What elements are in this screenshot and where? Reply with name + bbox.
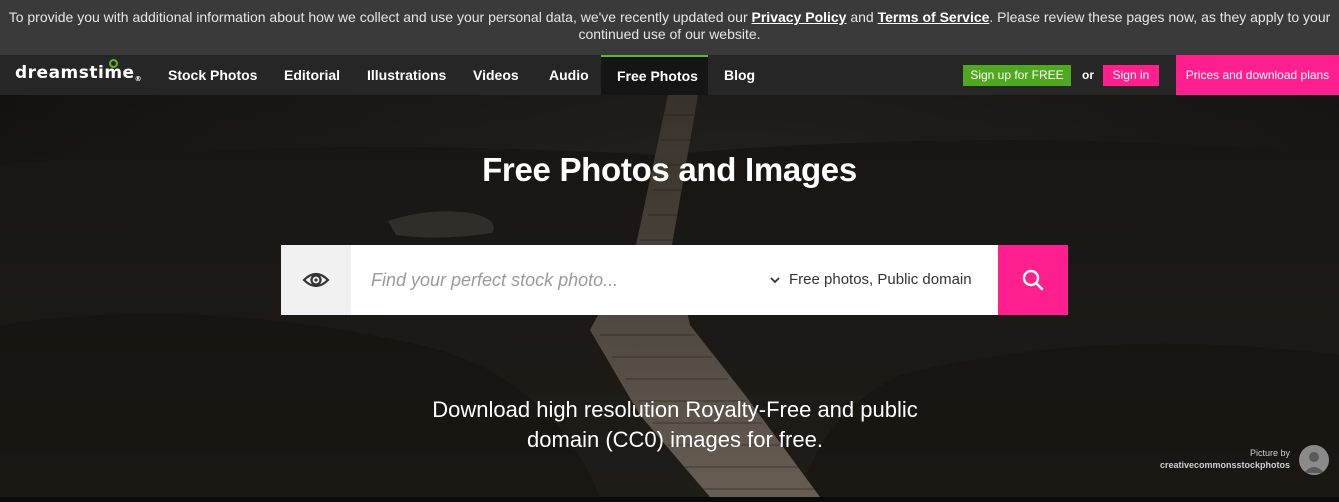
- logo-registered-mark: ®: [134, 75, 143, 83]
- hero-section: Free Photos and Images Free photos, Publ…: [0, 95, 1339, 497]
- visual-search-button[interactable]: [281, 245, 351, 315]
- logo-swirl-icon: [109, 59, 118, 68]
- chevron-down-icon: [770, 277, 780, 284]
- image-credit: Picture by creativecommonsstockphotos: [1150, 447, 1290, 471]
- nav-item-videos[interactable]: Videos: [473, 55, 519, 95]
- page-title: Free Photos and Images: [482, 151, 857, 188]
- eye-icon: [302, 272, 330, 288]
- nav-item-editorial[interactable]: Editorial: [284, 55, 340, 95]
- search-icon: [1022, 269, 1044, 291]
- nav-item-stock-photos[interactable]: Stock Photos: [168, 55, 257, 95]
- sign-up-button[interactable]: Sign up for FREE: [963, 65, 1071, 86]
- nav-item-blog[interactable]: Blog: [724, 55, 755, 95]
- bottom-divider: [0, 497, 1339, 502]
- nav-item-audio[interactable]: Audio: [549, 55, 589, 95]
- credit-author-link[interactable]: creativecommonsstockphotos: [1160, 460, 1290, 470]
- or-label: or: [1082, 68, 1094, 82]
- banner-text-before: To provide you with additional informati…: [8, 9, 752, 25]
- cookie-banner: To provide you with additional informati…: [0, 0, 1339, 55]
- search-input[interactable]: [371, 268, 751, 292]
- search-filter-dropdown[interactable]: Free photos, Public domain: [769, 245, 972, 315]
- dreamstime-logo[interactable]: dreamstime®: [15, 59, 143, 83]
- search-field: Free photos, Public domain: [351, 245, 998, 315]
- nav-item-illustrations[interactable]: Illustrations: [367, 55, 446, 95]
- credit-label: Picture by: [1249, 448, 1290, 458]
- banner-text-and: and: [846, 9, 878, 25]
- search-filter-value: Free photos, Public domain: [789, 271, 972, 288]
- nav-item-free-photos[interactable]: Free Photos: [601, 55, 708, 95]
- search-submit-button[interactable]: [998, 245, 1068, 315]
- avatar[interactable]: [1299, 445, 1329, 475]
- terms-of-service-link[interactable]: Terms of Service: [878, 9, 990, 25]
- search-bar: Free photos, Public domain: [281, 245, 1068, 315]
- privacy-policy-link[interactable]: Privacy Policy: [752, 9, 847, 25]
- sign-in-button[interactable]: Sign in: [1103, 65, 1159, 86]
- hero-subtitle: Download high resolution Royalty-Free an…: [432, 397, 918, 452]
- user-avatar-icon: [1304, 452, 1324, 473]
- top-navigation: dreamstime® Stock Photos Editorial Illus…: [0, 55, 1339, 95]
- prices-plans-button[interactable]: Prices and download plans: [1176, 55, 1339, 95]
